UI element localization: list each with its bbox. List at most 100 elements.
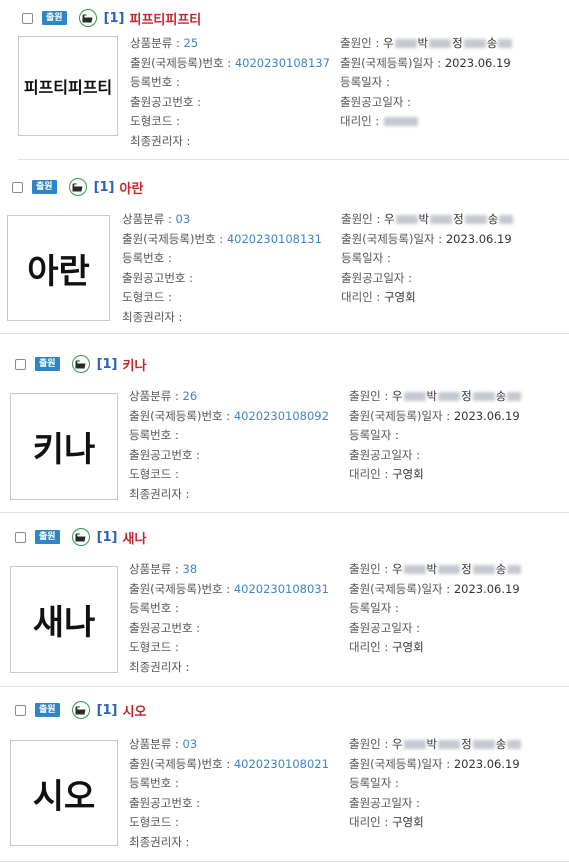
appno-value[interactable]: 4020230108031 xyxy=(234,582,329,596)
appdate-label: 출원(국제등록)일자 : xyxy=(349,581,451,596)
appno-label: 출원(국제등록)번호 : xyxy=(129,581,231,596)
pubno-label: 출원공고번호 : xyxy=(129,620,201,635)
info-col-left: 상품분류 : 26 출원(국제등록)번호 : 4020230108092 등록번… xyxy=(129,387,329,504)
class-value[interactable]: 25 xyxy=(184,36,199,50)
appno-label: 출원(국제등록)번호 : xyxy=(129,756,231,771)
trademark-image[interactable]: 키나 xyxy=(10,393,118,500)
info-col-right: 출원인 : 우박정송 출원(국제등록)일자 : 2023.06.19 등록일자 … xyxy=(349,560,522,658)
appdate-value: 2023.06.19 xyxy=(453,408,520,423)
appdate-value: 2023.06.19 xyxy=(445,231,512,246)
result-count: [1] xyxy=(103,10,125,26)
divider xyxy=(0,512,569,513)
info-col-left: 상품분류 : 03 출원(국제등록)번호 : 4020230108131 등록번… xyxy=(122,210,322,327)
result-item: 출원 [1] 피프티피프티 피프티피프티 상품분류 : 25 출원(국제등록)번… xyxy=(0,6,569,176)
status-badge: 출원 xyxy=(35,357,60,371)
trademark-image-text: 피프티피프티 xyxy=(23,78,113,97)
vienna-label: 도형코드 : xyxy=(122,290,172,304)
result-item: 출원 [1] 아란 아란 상품분류 : 03 출원(국제등록)번호 : 4020… xyxy=(0,175,569,345)
agent-label: 대리인 : xyxy=(341,290,381,304)
trademark-image-text: 아란 xyxy=(27,251,90,292)
folder-icon[interactable] xyxy=(71,528,90,546)
agent-value: 구영회 xyxy=(391,467,424,481)
trademark-name[interactable]: 시오 xyxy=(123,701,147,720)
agent-label: 대리인 : xyxy=(340,114,380,128)
regdate-label: 등록일자 : xyxy=(341,251,391,265)
appdate-label: 출원(국제등록)일자 : xyxy=(340,55,442,70)
trademark-image[interactable]: 시오 xyxy=(10,740,118,846)
class-value[interactable]: 38 xyxy=(183,562,198,576)
trademark-name[interactable]: 키나 xyxy=(123,355,147,374)
appno-value[interactable]: 4020230108092 xyxy=(234,409,329,423)
select-checkbox[interactable] xyxy=(12,181,23,193)
agent-value: 구영회 xyxy=(391,815,424,829)
trademark-name[interactable]: 새나 xyxy=(123,528,147,547)
result-count: [1] xyxy=(93,179,115,195)
folder-icon[interactable] xyxy=(68,178,87,196)
applicant-label: 출원인 : xyxy=(340,36,380,50)
appdate-label: 출원(국제등록)일자 : xyxy=(349,756,451,771)
select-checkbox[interactable] xyxy=(22,12,33,24)
pubdate-label: 출원공고일자 : xyxy=(349,795,421,810)
pubdate-label: 출원공고일자 : xyxy=(349,620,421,635)
regdate-label: 등록일자 : xyxy=(349,428,399,442)
applicant-value: 우박정송 xyxy=(392,562,522,576)
trademark-image-text: 새나 xyxy=(32,603,96,643)
status-badge: 출원 xyxy=(42,11,67,25)
regno-label: 등록번호 : xyxy=(129,776,179,790)
info-col-right: 출원인 : 우박정송 출원(국제등록)일자 : 2023.06.19 등록일자 … xyxy=(349,387,522,485)
regno-label: 등록번호 : xyxy=(122,251,172,265)
class-label: 상품분류 : xyxy=(129,389,179,403)
info-col-left: 상품분류 : 03 출원(국제등록)번호 : 4020230108021 등록번… xyxy=(129,735,329,852)
trademark-name[interactable]: 피프티피프티 xyxy=(130,9,202,28)
applicant-value: 우박정송 xyxy=(392,737,522,751)
class-value[interactable]: 26 xyxy=(183,389,198,403)
agent-label: 대리인 : xyxy=(349,815,389,829)
folder-icon[interactable] xyxy=(71,701,90,719)
appdate-label: 출원(국제등록)일자 : xyxy=(349,408,451,423)
owner-label: 최종권리자 : xyxy=(129,659,190,674)
appno-label: 출원(국제등록)번호 : xyxy=(129,408,231,423)
info-col-right: 출원인 : 우박정송 출원(국제등록)일자 : 2023.06.19 등록일자 … xyxy=(349,735,522,833)
owner-label: 최종권리자 : xyxy=(130,133,191,148)
trademark-image[interactable]: 피프티피프티 xyxy=(18,36,118,136)
class-label: 상품분류 : xyxy=(129,562,179,576)
applicant-label: 출원인 : xyxy=(349,737,389,751)
applicant-value: 우박정송 xyxy=(392,389,522,403)
appno-label: 출원(국제등록)번호 : xyxy=(122,231,224,246)
appno-label: 출원(국제등록)번호 : xyxy=(130,55,232,70)
appno-value[interactable]: 4020230108021 xyxy=(234,757,329,771)
appdate-value: 2023.06.19 xyxy=(444,55,511,70)
class-value[interactable]: 03 xyxy=(183,737,198,751)
regdate-label: 등록일자 : xyxy=(340,75,390,89)
regno-label: 등록번호 : xyxy=(129,428,179,442)
trademark-image[interactable]: 새나 xyxy=(10,566,118,673)
select-checkbox[interactable] xyxy=(15,704,26,716)
info-col-left: 상품분류 : 38 출원(국제등록)번호 : 4020230108031 등록번… xyxy=(129,560,329,677)
trademark-name[interactable]: 아란 xyxy=(120,178,144,197)
agent-label: 대리인 : xyxy=(349,467,389,481)
trademark-image[interactable]: 아란 xyxy=(7,215,110,321)
appno-value[interactable]: 4020230108131 xyxy=(227,232,322,246)
info-col-left: 상품분류 : 25 출원(국제등록)번호 : 4020230108137 등록번… xyxy=(130,34,330,151)
divider xyxy=(0,686,569,687)
agent-value: 구영회 xyxy=(383,290,416,304)
vienna-label: 도형코드 : xyxy=(129,640,179,654)
applicant-value: 우박정송 xyxy=(384,212,514,226)
regno-label: 등록번호 : xyxy=(130,75,180,89)
vienna-label: 도형코드 : xyxy=(129,815,179,829)
pubno-label: 출원공고번호 : xyxy=(122,270,194,285)
appno-value[interactable]: 4020230108137 xyxy=(235,56,330,70)
divider xyxy=(0,333,569,334)
select-checkbox[interactable] xyxy=(15,358,26,370)
owner-label: 최종권리자 : xyxy=(122,309,183,324)
class-value[interactable]: 03 xyxy=(176,212,191,226)
result-header: 출원 [1] 새나 xyxy=(15,525,146,549)
select-checkbox[interactable] xyxy=(15,531,26,543)
folder-icon[interactable] xyxy=(78,9,97,27)
appdate-value: 2023.06.19 xyxy=(453,581,520,596)
appdate-label: 출원(국제등록)일자 : xyxy=(341,231,443,246)
applicant-label: 출원인 : xyxy=(349,562,389,576)
result-count: [1] xyxy=(96,356,118,372)
owner-label: 최종권리자 : xyxy=(129,486,190,501)
folder-icon[interactable] xyxy=(71,355,90,373)
